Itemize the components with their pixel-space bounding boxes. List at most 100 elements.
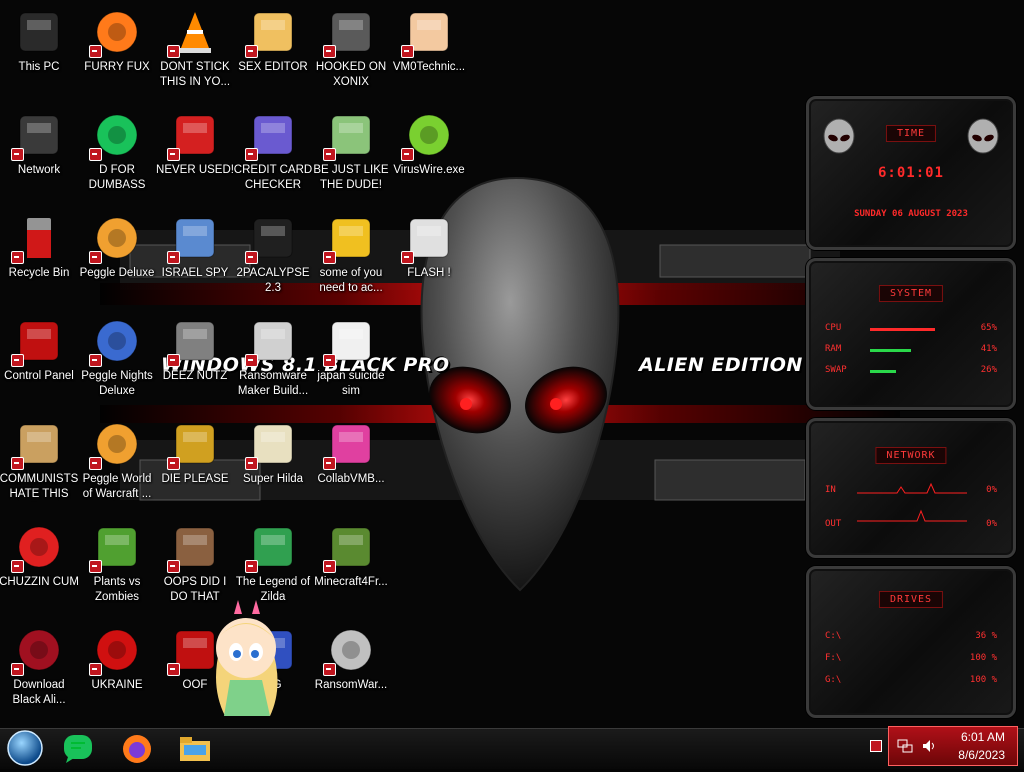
glass-box-icon [323,420,375,470]
desktop-shortcut-label: HOOKED ON XONIX [315,61,387,88]
shortcut-arrow-icon [245,457,258,470]
firefox-icon[interactable] [120,733,154,765]
shortcut-arrow-icon [323,251,336,264]
desktop-shortcut-label: RansomWar... [314,679,388,691]
desktop-shortcut[interactable]: FLASH ! [390,208,468,306]
desktop-shortcut[interactable]: FURRY FUX [78,2,156,100]
desktop-shortcut[interactable]: Network [0,105,78,203]
desktop-shortcut[interactable]: VirusWire.exe [390,105,468,203]
desktop-shortcut[interactable]: This PC [0,2,78,100]
desktop-shortcut[interactable]: 2PACALYPSE 2.3 [234,208,312,306]
chat-bubble-icon[interactable] [62,733,96,765]
grass-block-icon [323,523,375,573]
credit-card-icon [245,111,297,161]
alien-head-icon [823,118,855,154]
network-widget-title: NETWORK [875,447,947,464]
desktop-shortcut[interactable]: Peggle World of Warcraft ... [78,414,156,512]
elf-character-icon [323,111,375,161]
desktop-shortcut[interactable]: Download Black Ali... [0,620,78,718]
shortcut-arrow-icon [401,251,414,264]
desktop-shortcut-label: NEVER USED! [156,164,234,176]
volume-icon[interactable] [921,738,937,754]
usage-bar [870,328,935,331]
cartoon-girl-sticker[interactable] [200,596,292,722]
stat-label: C:\ [825,631,842,641]
chat-bubble-icon [89,111,141,161]
shortcut-arrow-icon [401,148,414,161]
shortcut-arrow-icon [11,457,24,470]
desktop-shortcut[interactable]: RansomWar... [312,620,390,718]
devcpp-icon [167,111,219,161]
desktop-shortcut-label: FURRY FUX [84,61,150,73]
desktop-shortcut-label: CHUZZIN CUM [0,576,79,588]
desktop-shortcut[interactable]: DEEZ NUTZ [156,311,234,409]
taskbar-clock-time[interactable]: 6:01 AM [961,730,1005,744]
desktop-shortcut[interactable]: Minecraft4Fr... [312,517,390,615]
file-explorer-icon[interactable] [178,733,212,765]
radiation-icon [89,626,141,676]
peggle-wow-icon [89,420,141,470]
time-widget: TIME 6:01:01 SUNDAY 06 AUGUST 2023 [806,96,1016,250]
desktop-shortcut-label: 2PACALYPSE 2.3 [236,267,310,294]
stat-label: CPU [825,323,842,333]
shortcut-arrow-icon [167,251,180,264]
desktop-shortcut[interactable]: DIE PLEASE [156,414,234,512]
drives-widget: DRIVES C:\ 36 % F:\ 100 % G:\ 100 % [806,566,1016,718]
stat-value: 26% [980,365,997,375]
shortcut-arrow-icon [11,354,24,367]
chuzzle-icon [11,523,63,573]
widget-clock: 6:01:01 [877,165,944,181]
taskbar-clock-date[interactable]: 8/6/2023 [958,748,1005,762]
stat-value: 0% [986,519,997,529]
shortcut-arrow-icon [323,560,336,573]
desktop-shortcut-label: japan suicide sim [317,370,385,397]
desktop-shortcut-label: FLASH ! [407,267,451,279]
desktop-shortcut[interactable]: Recycle Bin [0,208,78,306]
widget-stat-row: F:\ 100 % [825,653,997,665]
desktop-shortcut-label: D FOR DUMBASS [88,164,146,191]
usage-bar [870,370,896,373]
network-icon [11,111,63,161]
network-spy-icon [167,214,219,264]
widget-stat-row: SWAP 26% [825,365,997,377]
desktop-shortcut[interactable]: D FOR DUMBASS [78,105,156,203]
desktop-shortcut[interactable]: CollabVMB... [312,414,390,512]
tray-notification-icon[interactable] [870,740,882,752]
desktop-shortcut[interactable]: COMMUNISTS HATE THIS G... [0,414,78,512]
widget-stat-row: IN 0% [825,485,997,497]
desktop-shortcut-label: Control Panel [4,370,74,382]
terminal-icon [245,214,297,264]
shortcut-arrow-icon [167,663,180,676]
desktop-shortcut-label: Download Black Ali... [12,679,66,706]
shortcut-arrow-icon [401,45,414,58]
shortcut-arrow-icon [89,457,102,470]
widget-stat-row: RAM 41% [825,344,997,356]
desktop-shortcut[interactable]: CHUZZIN CUM [0,517,79,615]
desktop-shortcut[interactable]: HOOKED ON XONIX [312,2,390,100]
network-tray-icon[interactable] [897,739,913,753]
shortcut-arrow-icon [89,148,102,161]
desktop-shortcut[interactable]: Control Panel [0,311,78,409]
desktop-shortcut[interactable]: Plants vs Zombies [78,517,156,615]
stat-value: 100 % [969,653,997,663]
desktop-shortcut[interactable]: BE JUST LIKE THE DUDE! [312,105,390,203]
desktop-shortcut[interactable]: some of you need to ac... [312,208,390,306]
shortcut-arrow-icon [89,354,102,367]
shortcut-arrow-icon [167,45,180,58]
desktop-shortcut[interactable]: VM0Technic... [390,2,468,100]
start-orb-icon[interactable] [6,730,43,766]
system-widget: SYSTEM CPU 65% RAM 41% SWAP 26% [806,258,1016,410]
desktop-shortcut[interactable]: Ransomware Maker Build... [234,311,312,409]
desktop-shortcut[interactable]: NEVER USED! [156,105,234,203]
desktop-shortcut[interactable]: Super Hilda [234,414,312,512]
doctor-person-icon [401,8,453,58]
desktop-shortcut[interactable]: Peggle Deluxe [78,208,156,306]
desktop-shortcut[interactable]: CREDIT CARD CHECKER [234,105,312,203]
desktop-shortcut[interactable]: SEX EDITOR [234,2,312,100]
desktop-shortcut[interactable]: UKRAINE [78,620,156,718]
desktop-shortcut[interactable]: japan suicide sim [312,311,390,409]
desktop-shortcut[interactable]: DONT STICK THIS IN YO... [156,2,234,100]
stat-label: F:\ [825,653,842,663]
desktop-shortcut[interactable]: ISRAEL SPY [156,208,234,306]
desktop-shortcut[interactable]: Peggle Nights Deluxe [78,311,156,409]
